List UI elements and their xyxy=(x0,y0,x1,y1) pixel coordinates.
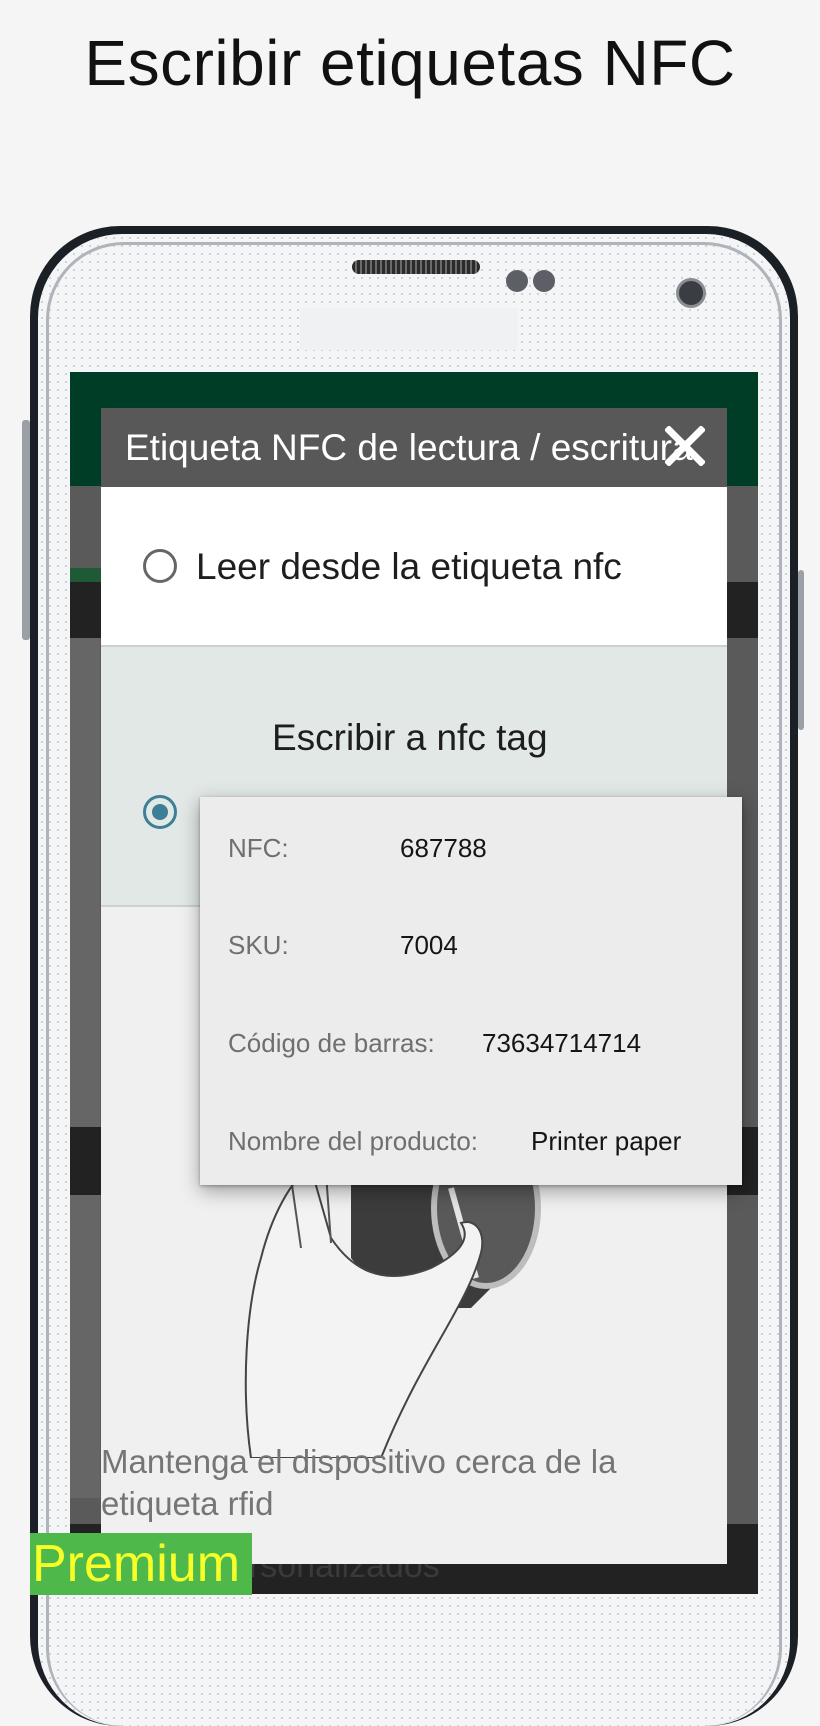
option-read-label: Leer desde la etiqueta nfc xyxy=(196,546,622,587)
product-name-value: Printer paper xyxy=(531,1126,682,1156)
option-read[interactable]: Leer desde la etiqueta nfc xyxy=(101,487,727,647)
sku-value: 7004 xyxy=(400,930,458,960)
barcode-row: Código de barras: 73634714714 xyxy=(228,1028,641,1059)
barcode-value: 73634714714 xyxy=(482,1028,642,1058)
product-name-label: Nombre del producto: xyxy=(228,1126,479,1156)
tag-info-card: NFC: 687788 SKU: 7004 Código de barras: … xyxy=(200,797,742,1185)
barcode-label: Código de barras: xyxy=(228,1028,435,1058)
radio-read[interactable] xyxy=(143,549,177,583)
sensor-icon xyxy=(533,270,555,292)
power-key xyxy=(798,570,804,730)
radio-write[interactable] xyxy=(143,795,177,829)
premium-badge: Premium xyxy=(30,1533,252,1595)
sku-label: SKU: xyxy=(228,930,289,960)
volume-key xyxy=(22,420,30,640)
product-name-row: Nombre del producto: Printer paper xyxy=(228,1126,681,1157)
option-write-label: Escribir a nfc tag xyxy=(272,717,548,758)
hold-device-hint: Mantenga el dispositivo cerca de la etiq… xyxy=(101,1443,617,1522)
page-headline: Escribir etiquetas NFC xyxy=(84,27,736,99)
background-panel xyxy=(70,638,100,1498)
dialog-title: Etiqueta NFC de lectura / escritura xyxy=(101,408,727,487)
nfc-label: NFC: xyxy=(228,833,289,863)
hand-nfc-illustration xyxy=(231,1127,581,1459)
brand-area xyxy=(300,308,518,350)
front-camera xyxy=(676,278,706,308)
nfc-value: 687788 xyxy=(400,833,487,863)
sku-row: SKU: 7004 xyxy=(228,930,458,961)
close-icon[interactable] xyxy=(664,425,706,467)
sensor-icon xyxy=(506,270,528,292)
earpiece-speaker xyxy=(352,260,480,274)
nfc-row: NFC: 687788 xyxy=(228,833,487,864)
